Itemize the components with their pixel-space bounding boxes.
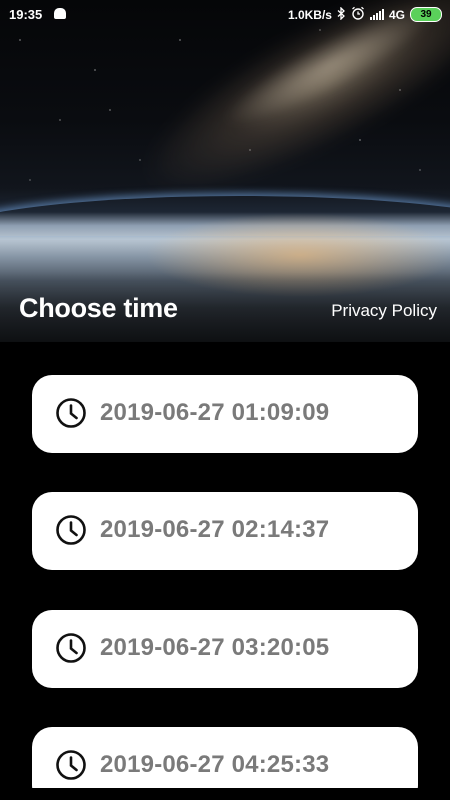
clock-icon	[56, 398, 86, 428]
clock-icon	[56, 515, 86, 545]
network-speed: 1.0KB/s	[287, 7, 332, 22]
header-image	[0, 0, 450, 342]
time-label: 2019-06-27 01:09:09	[100, 399, 330, 426]
time-list-item[interactable]: 2019-06-27 02:14:37	[32, 492, 418, 570]
status-right: 1.0KB/s 4G 39	[287, 5, 442, 23]
clock-icon	[56, 633, 86, 663]
time-label: 2019-06-27 04:25:33	[100, 751, 330, 778]
clock-icon	[56, 750, 86, 780]
alarm-icon	[351, 6, 365, 23]
time-label: 2019-06-27 03:20:05	[100, 634, 330, 661]
time-list: 2019-06-27 01:09:09 2019-06-27 02:14:37 …	[0, 342, 450, 788]
time-label: 2019-06-27 02:14:37	[100, 516, 330, 543]
app-screen: 19:35 1.0KB/s 4G 39 Choose time Privacy …	[0, 0, 450, 800]
page-title: Choose time	[19, 293, 178, 323]
time-list-item[interactable]: 2019-06-27 01:09:09	[32, 375, 418, 453]
earth-horizon-decoration	[0, 196, 450, 236]
network-type: 4G	[388, 7, 405, 22]
battery-icon: 39	[410, 7, 442, 22]
status-bar: 19:35 1.0KB/s 4G 39	[0, 0, 450, 30]
bottom-edge	[0, 788, 450, 800]
privacy-policy-link[interactable]: Privacy Policy	[331, 301, 437, 321]
status-time: 19:35	[9, 7, 43, 22]
time-list-item[interactable]: 2019-06-27 04:25:33	[32, 727, 418, 788]
notification-icon	[54, 8, 66, 19]
time-list-item[interactable]: 2019-06-27 03:20:05	[32, 610, 418, 688]
bluetooth-icon	[337, 5, 346, 23]
signal-icon	[369, 9, 384, 20]
